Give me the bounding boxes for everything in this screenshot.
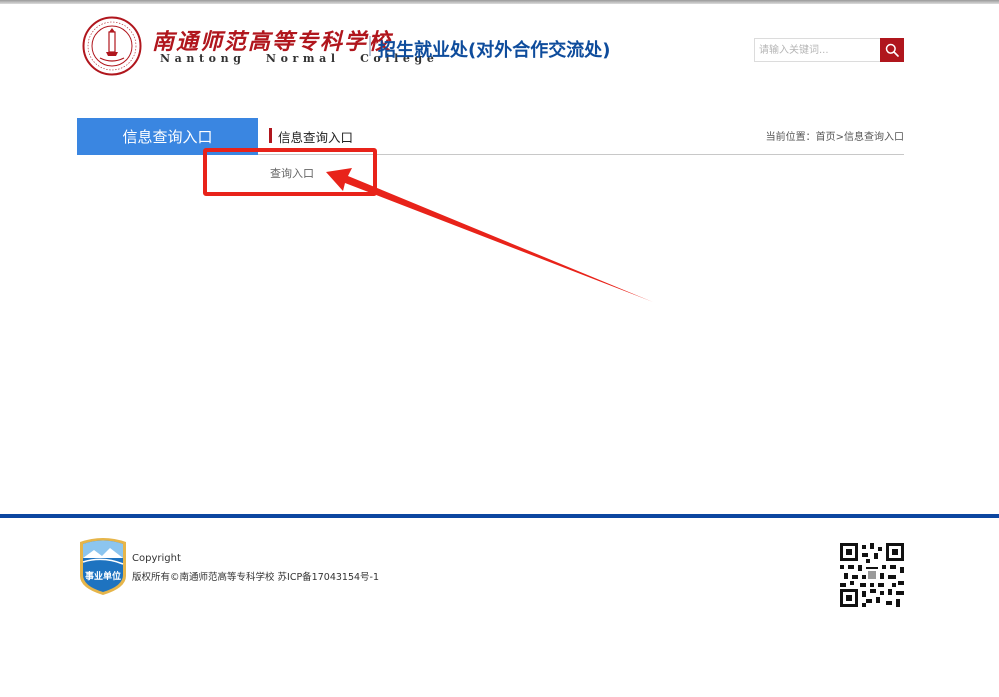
query-entry-link[interactable]: 查询入口 <box>270 165 314 181</box>
page: 南通师范高等专科学校 Nantong Normal College 招生就业处(… <box>0 0 999 697</box>
content-divider <box>258 154 904 155</box>
school-seal-logo[interactable] <box>82 16 142 76</box>
copyright-text: 版权所有©南通师范高等专科学校 苏ICP备17043154号-1 <box>132 572 380 583</box>
search-input[interactable] <box>754 38 881 62</box>
breadcrumb-home-link[interactable]: 首页 <box>816 132 836 143</box>
breadcrumb-current-link[interactable]: 信息查询入口 <box>844 132 904 143</box>
qr-code-icon <box>840 543 904 607</box>
search-button[interactable] <box>880 38 904 62</box>
department-title: 招生就业处(对外合作交流处) <box>378 40 611 61</box>
breadcrumb: 当前位置：首页>信息查询入口 <box>766 128 904 143</box>
content-title: 信息查询入口 <box>278 130 354 145</box>
badge-label: 事业单位 <box>84 572 121 582</box>
footer-top-border <box>0 514 999 518</box>
header-divider <box>369 36 371 56</box>
copyright-title: Copyright <box>132 553 181 564</box>
top-border <box>0 0 999 4</box>
content-title-marker <box>269 128 272 143</box>
annotation-arrow <box>326 168 653 302</box>
sidebar-title[interactable]: 信息查询入口 <box>77 118 258 155</box>
breadcrumb-separator: > <box>835 132 844 143</box>
search-icon <box>885 43 899 57</box>
public-institution-badge-icon[interactable] <box>78 536 128 596</box>
breadcrumb-prefix: 当前位置： <box>765 132 816 143</box>
